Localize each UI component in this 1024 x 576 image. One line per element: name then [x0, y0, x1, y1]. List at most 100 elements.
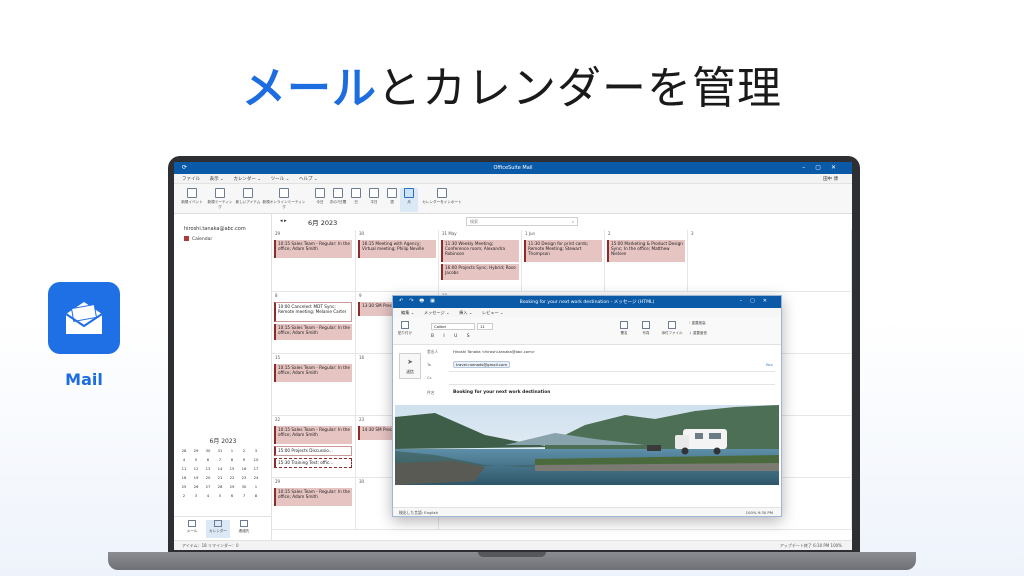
- checkbox-icon[interactable]: [184, 236, 189, 241]
- mini-calendar-day[interactable]: 28: [214, 484, 226, 489]
- mini-calendar-day[interactable]: 29: [226, 484, 238, 489]
- day-cell[interactable]: 3: [688, 230, 852, 292]
- mini-calendar-day[interactable]: 8: [250, 493, 262, 498]
- mini-calendar-day[interactable]: 28: [178, 448, 190, 453]
- menu-insert[interactable]: 挿入 ⌄: [459, 310, 472, 316]
- mini-calendar-day[interactable]: 29: [190, 448, 202, 453]
- menu-file[interactable]: ファイル: [182, 176, 200, 182]
- day-cell[interactable]: 2 15:00 Marketing & Product Design Sync;…: [605, 230, 688, 292]
- day-cell[interactable]: 30 16:15 Meeting with Agency; Virtual me…: [356, 230, 439, 292]
- mini-calendar-day[interactable]: 17: [250, 466, 262, 471]
- mini-calendar-day[interactable]: 18: [178, 475, 190, 480]
- mini-calendar-day[interactable]: 12: [190, 466, 202, 471]
- mini-calendar-day[interactable]: 30: [202, 448, 214, 453]
- nav-mail[interactable]: メール: [180, 520, 204, 534]
- paste-button[interactable]: 貼り付け: [395, 321, 415, 336]
- event-item[interactable]: 10:15 Sales Team - Regular: In the offic…: [274, 240, 352, 258]
- mini-calendar-day[interactable]: 5: [214, 493, 226, 498]
- mini-calendar-day[interactable]: 25: [178, 484, 190, 489]
- menu-edit[interactable]: 編集 ⌄: [401, 310, 414, 316]
- mini-calendar-day[interactable]: 19: [190, 475, 202, 480]
- mini-calendar-day[interactable]: 24: [250, 475, 262, 480]
- mini-calendar-day[interactable]: 6: [226, 493, 238, 498]
- search-input[interactable]: 検索 ⌕: [466, 217, 578, 226]
- nav-calendar[interactable]: カレンダー: [206, 520, 230, 538]
- mini-calendar-day[interactable]: 3: [250, 448, 262, 453]
- mini-calendar-day[interactable]: 1: [250, 484, 262, 489]
- new-item-button[interactable]: 新しいアイテム: [234, 188, 262, 205]
- menu-calendar[interactable]: カレンダー ⌄: [233, 176, 261, 182]
- mini-calendar-day[interactable]: 22: [226, 475, 238, 480]
- mini-calendar-day[interactable]: 27: [202, 484, 214, 489]
- mini-calendar-day[interactable]: 23: [238, 475, 250, 480]
- subject-field[interactable]: Booking for your next work destination: [453, 390, 550, 395]
- event-item[interactable]: 10:15 Sales Team - Regular: In the offic…: [274, 364, 352, 382]
- workweek-view-button[interactable]: 平日: [364, 188, 384, 205]
- month-view-button[interactable]: 月: [400, 188, 418, 212]
- event-item[interactable]: 10:15 Sales Team - Regular: In the offic…: [274, 324, 352, 340]
- mini-calendar-day[interactable]: 21: [214, 475, 226, 480]
- mini-calendar-day[interactable]: 7: [214, 457, 226, 462]
- high-importance-button[interactable]: ! 重要度高: [689, 321, 729, 326]
- event-item[interactable]: 16:00 Projects Sync; Hybrid; Rose Jacobs: [441, 264, 519, 280]
- menu-help[interactable]: ヘルプ ⌄: [299, 176, 318, 182]
- day-cell[interactable]: 31 May 11:30 Weekly Meeting; Conference …: [439, 230, 522, 292]
- event-item[interactable]: 11:30 Design for print cards; Remote Mee…: [524, 240, 602, 262]
- event-item[interactable]: 11:30 Weekly Meeting; Conference room; A…: [441, 240, 519, 262]
- new-event-button[interactable]: 新規イベント: [178, 188, 206, 205]
- event-item[interactable]: 15:30 Training Test: offic...: [274, 458, 352, 468]
- to-recipient-chip[interactable]: travel.nomads@gmail.com: [453, 361, 511, 368]
- day-cell[interactable]: 15 10:15 Sales Team - Regular: In the of…: [272, 354, 356, 416]
- week-view-button[interactable]: 週: [382, 188, 402, 205]
- from-value[interactable]: Hiroshi Tanaka <hiroshi.tanaka@abc.com>: [453, 349, 535, 354]
- import-calendar-button[interactable]: カレンダーをインポート: [422, 188, 462, 205]
- mini-calendar-day[interactable]: 11: [178, 466, 190, 471]
- new-online-meeting-button[interactable]: 新規オンラインミーティング: [262, 188, 306, 210]
- send-button[interactable]: ➤ 送信: [399, 353, 421, 379]
- window-controls[interactable]: –▢✕: [802, 164, 846, 171]
- event-item[interactable]: 15:00 Marketing & Product Design Sync; I…: [607, 240, 685, 262]
- mini-calendar-day[interactable]: 10: [250, 457, 262, 462]
- font-select[interactable]: Calibri: [431, 323, 475, 330]
- mini-calendar-day[interactable]: 31: [214, 448, 226, 453]
- day-view-button[interactable]: 日: [346, 188, 366, 205]
- event-item[interactable]: 10:00 Canceled: MDT Sync; Remote meeting…: [274, 302, 352, 322]
- format-buttons[interactable]: B I U S: [431, 334, 474, 339]
- font-size-select[interactable]: 11: [477, 323, 493, 330]
- attach-button[interactable]: 添付ファイル: [657, 321, 687, 336]
- photo-button[interactable]: 写真: [633, 321, 659, 336]
- menu-tools[interactable]: ツール ⌄: [271, 176, 290, 182]
- mini-calendar-day[interactable]: 2: [238, 448, 250, 453]
- bcc-link[interactable]: Bcc: [766, 362, 773, 367]
- menu-message[interactable]: メッセージ ⌄: [424, 310, 450, 316]
- day-cell[interactable]: 22 10:15 Sales Team - Regular: In the of…: [272, 416, 356, 478]
- mini-calendar-day[interactable]: 6: [202, 457, 214, 462]
- mini-calendar-day[interactable]: 4: [178, 457, 190, 462]
- user-name[interactable]: 田中 博: [823, 176, 838, 182]
- event-item[interactable]: 15:00 Projects Discussio...: [274, 446, 352, 456]
- mini-calendar-day[interactable]: 2: [178, 493, 190, 498]
- prev-next-arrows[interactable]: ◂ ▸: [280, 218, 287, 224]
- mini-calendar-day[interactable]: 26: [190, 484, 202, 489]
- mini-calendar-day[interactable]: 8: [226, 457, 238, 462]
- mini-calendar-day[interactable]: 30: [238, 484, 250, 489]
- menu-view[interactable]: 表示 ⌄: [210, 176, 224, 182]
- mini-calendar-day[interactable]: 1: [226, 448, 238, 453]
- mini-calendar-day[interactable]: 16: [238, 466, 250, 471]
- mini-calendar-day[interactable]: 9: [238, 457, 250, 462]
- mini-calendar-day[interactable]: 13: [202, 466, 214, 471]
- event-item[interactable]: 10:15 Sales Team - Regular: In the offic…: [274, 488, 352, 506]
- event-item[interactable]: 16:15 Meeting with Agency; Virtual meeti…: [358, 240, 436, 258]
- mini-calendar-day[interactable]: 4: [202, 493, 214, 498]
- menu-review[interactable]: レビュー ⌄: [482, 310, 504, 316]
- mini-calendar-day[interactable]: 14: [214, 466, 226, 471]
- mini-calendar-day[interactable]: 20: [202, 475, 214, 480]
- account-name[interactable]: hiroshi.tanaka@abc.com: [184, 226, 246, 232]
- event-item[interactable]: 10:15 Sales Team - Regular: In the offic…: [274, 426, 352, 444]
- mini-calendar-day[interactable]: 7: [238, 493, 250, 498]
- day-cell[interactable]: 29 10:15 Sales Team - Regular: In the of…: [272, 478, 356, 530]
- day-cell[interactable]: 29 10:15 Sales Team - Regular: In the of…: [272, 230, 356, 292]
- nav-contacts[interactable]: 連絡先: [232, 520, 256, 534]
- mini-calendar-day[interactable]: 5: [190, 457, 202, 462]
- compose-window-controls[interactable]: –▢✕: [740, 298, 775, 304]
